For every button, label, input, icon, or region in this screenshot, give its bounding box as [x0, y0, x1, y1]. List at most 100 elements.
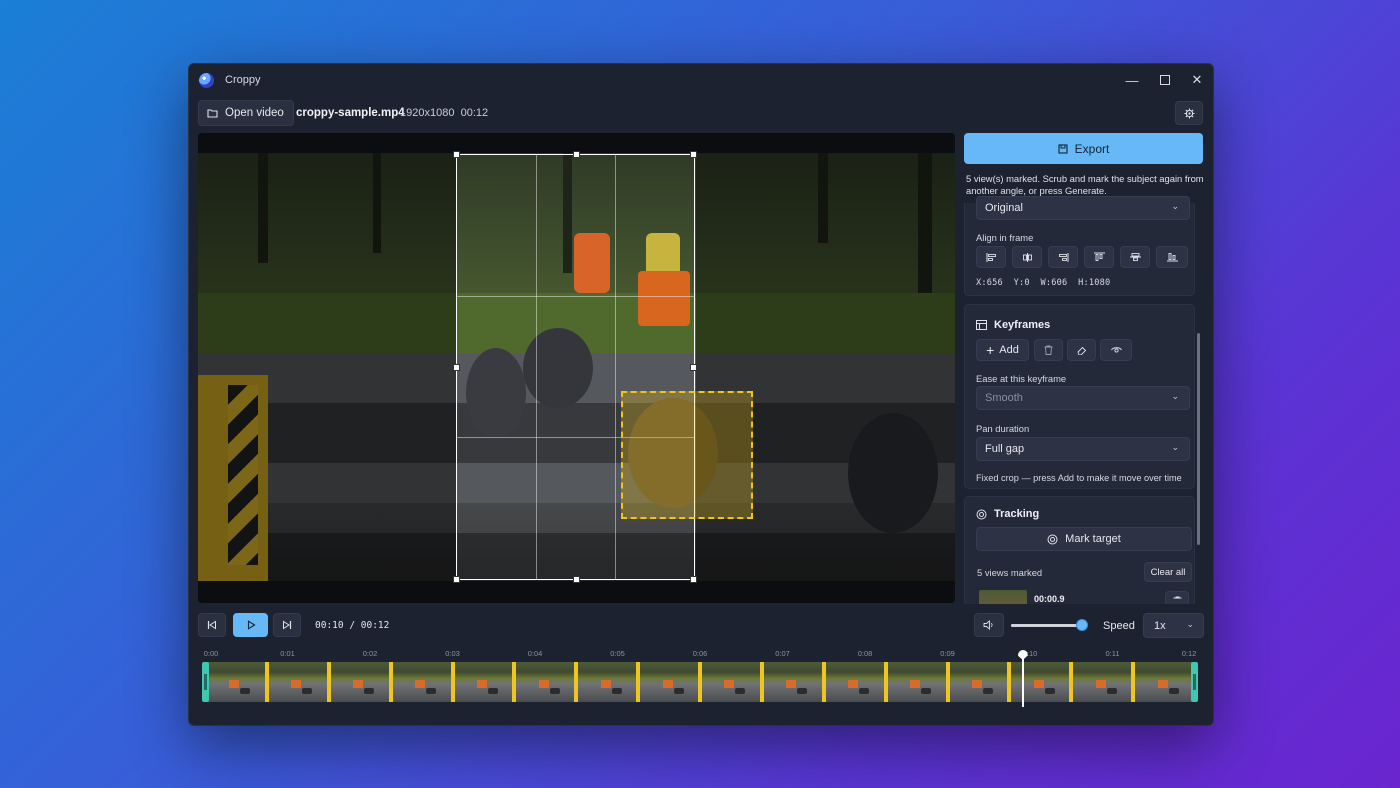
filmstrip-frame: [1133, 662, 1195, 702]
settings-button[interactable]: [1175, 101, 1203, 125]
align-right-button[interactable]: [1048, 246, 1078, 268]
filmstrip-frame: [1009, 662, 1072, 702]
open-video-button[interactable]: Open video: [198, 100, 294, 126]
ease-dropdown[interactable]: Smooth ⌄: [976, 386, 1190, 410]
keyframe-marker[interactable]: [945, 662, 950, 702]
keyframe-marker[interactable]: [759, 662, 764, 702]
filmstrip-frame: [266, 662, 329, 702]
keyframe-hint: Fixed crop — press Add to make it move o…: [976, 473, 1182, 483]
clear-all-button[interactable]: Clear all: [1144, 562, 1192, 582]
pan-duration-dropdown[interactable]: Full gap ⌄: [976, 437, 1190, 461]
target-icon: [1047, 534, 1058, 544]
save-icon: [1058, 143, 1068, 154]
align-right-icon: [1058, 252, 1068, 262]
file-resolution: 1920x1080: [400, 107, 455, 119]
keyframe-marker[interactable]: [636, 662, 641, 702]
app-title: Croppy: [225, 74, 261, 86]
keyframe-marker[interactable]: [883, 662, 888, 702]
keyframe-marker[interactable]: [1007, 662, 1012, 702]
keyframes-title: Keyframes: [994, 319, 1051, 331]
keyframe-marker[interactable]: [698, 662, 702, 702]
maximize-button[interactable]: [1149, 64, 1181, 96]
skip-back-icon: [207, 620, 216, 630]
keyframe-marker[interactable]: [1069, 662, 1074, 702]
volume-thumb[interactable]: [1075, 619, 1088, 631]
timeline-tick-label: 0:02: [362, 649, 378, 658]
view-thumbnail[interactable]: [979, 590, 1027, 604]
plus-icon: +: [986, 342, 995, 358]
trash-icon: [1173, 596, 1182, 599]
crop-handle-bottom-right[interactable]: [690, 576, 697, 583]
ease-value: Smooth: [985, 392, 1023, 404]
align-bottom-button[interactable]: [1156, 246, 1188, 268]
skip-back-button[interactable]: [198, 613, 226, 637]
crop-handle-right[interactable]: [690, 364, 697, 371]
keyframe-marker[interactable]: [821, 662, 826, 702]
align-top-button[interactable]: [1084, 246, 1114, 268]
timeline-tick-label: 0:11: [1105, 649, 1120, 658]
timeline-tick-label: 0:00: [203, 649, 219, 658]
skip-forward-button[interactable]: [273, 613, 301, 637]
preview-button[interactable]: [1100, 339, 1132, 361]
crop-handle-left[interactable]: [453, 364, 460, 371]
crop-handle-bottom[interactable]: [573, 576, 580, 583]
coord-w: W:606: [1040, 278, 1068, 288]
keyframes-section: Keyframes + Add Ease at this keyframe Sm…: [964, 304, 1195, 489]
file-meta: 1920x1080 00:12: [400, 107, 488, 119]
speed-dropdown[interactable]: 1x ⌄: [1143, 613, 1204, 638]
keyframe-marker[interactable]: [1131, 662, 1136, 702]
crop-handle-top[interactable]: [573, 151, 580, 158]
keyframe-marker[interactable]: [326, 662, 331, 702]
transport-bar: 00:10 / 00:12 Speed 1x ⌄: [198, 613, 1204, 639]
delete-view-button[interactable]: [1165, 591, 1189, 604]
aspect-dropdown[interactable]: Original ⌄: [976, 196, 1190, 220]
crop-handle-top-left[interactable]: [453, 151, 460, 158]
volume-button[interactable]: [974, 613, 1004, 637]
view-time: 00:00.9: [1034, 594, 1065, 604]
chevron-down-icon: ⌄: [1186, 619, 1194, 629]
filmstrip-frame: [1071, 662, 1134, 702]
filmstrip-frame: [638, 662, 701, 702]
clear-all-label: Clear all: [1150, 566, 1186, 578]
align-left-button[interactable]: [976, 246, 1006, 268]
aspect-value: Original: [985, 202, 1023, 214]
file-name: croppy-sample.mp4: [296, 107, 405, 119]
tracking-target-box[interactable]: [621, 391, 753, 519]
align-center-v-button[interactable]: [1120, 246, 1150, 268]
tracking-header: Tracking: [976, 508, 1039, 520]
keyframe-actions: + Add: [976, 339, 1192, 361]
volume-slider[interactable]: [1011, 619, 1088, 631]
trim-start-handle[interactable]: [202, 662, 209, 702]
playhead-handle[interactable]: [1017, 650, 1028, 660]
play-button[interactable]: [233, 613, 268, 637]
export-button[interactable]: Export: [964, 133, 1203, 164]
align-center-h-button[interactable]: [1012, 246, 1042, 268]
playhead[interactable]: [1021, 652, 1024, 707]
crop-handle-bottom-left[interactable]: [453, 576, 460, 583]
coord-y: Y:0: [1013, 278, 1030, 288]
panel-scrollbar[interactable]: [1197, 333, 1200, 545]
filmstrip-frame: [328, 662, 391, 702]
keyframe-marker[interactable]: [388, 662, 393, 702]
add-keyframe-button[interactable]: + Add: [976, 339, 1029, 361]
keyframe-marker[interactable]: [450, 662, 455, 702]
filmstrip-frame: [452, 662, 515, 702]
delete-keyframe-button[interactable]: [1034, 339, 1063, 361]
video-preview[interactable]: [198, 133, 955, 603]
timeline[interactable]: 0:00 0:01 0:02 0:03 0:04 0:05 0:06 0:07 0:08 0:09…: [198, 646, 1204, 716]
filmstrip-frame: [390, 662, 453, 702]
keyframe-marker[interactable]: [574, 662, 579, 702]
keyframe-marker[interactable]: [264, 662, 269, 702]
crop-handle-top-right[interactable]: [690, 151, 697, 158]
pan-duration-value: Full gap: [985, 443, 1025, 455]
mark-target-button[interactable]: Mark target: [976, 527, 1192, 551]
speed-value: 1x: [1154, 620, 1166, 632]
keyframe-marker[interactable]: [512, 662, 517, 702]
open-video-label: Open video: [225, 107, 284, 119]
trim-end-handle[interactable]: [1191, 662, 1198, 702]
filmstrip-frame: [761, 662, 824, 702]
minimize-button[interactable]: —: [1116, 64, 1148, 96]
close-button[interactable]: ✕: [1181, 64, 1213, 96]
speed-label: Speed: [1103, 620, 1135, 632]
clear-keyframes-button[interactable]: [1067, 339, 1096, 361]
